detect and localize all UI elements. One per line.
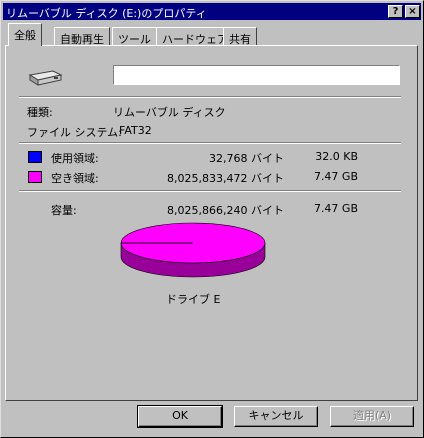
window-title: リムーバブル ディスク (E:)のプロパティ [6, 7, 207, 20]
free-space-swatch [28, 171, 42, 183]
capacity-size: 7.47 GB [313, 202, 358, 215]
free-space-size: 7.47 GB [313, 170, 358, 183]
title-bar[interactable]: リムーバブル ディスク (E:)のプロパティ ? × [3, 3, 421, 20]
separator [19, 96, 401, 98]
help-button[interactable]: ? [388, 5, 403, 18]
help-icon: ? [392, 6, 399, 17]
separator [19, 142, 401, 144]
type-value: リムーバブル ディスク [113, 106, 226, 119]
free-space-bytes: 8,025,833,472 バイト [167, 172, 284, 185]
free-space-label: 空き領域: [51, 172, 99, 185]
used-space-bytes: 32,768 バイト [209, 152, 284, 165]
general-panel: 種類: リムーバブル ディスク ファイル システム: FAT32 使用領域: 3… [5, 45, 418, 401]
filesystem-value: FAT32 [119, 124, 152, 137]
tab-autoplay[interactable]: 自動再生 [54, 27, 110, 47]
drive-label: ドライブ E [166, 293, 221, 306]
removable-drive-icon [28, 70, 63, 86]
ok-button-label: OK [172, 409, 188, 422]
ok-button[interactable]: OK [137, 405, 223, 428]
drive-name-input[interactable] [113, 65, 400, 85]
capacity-bytes: 8,025,866,240 バイト [167, 204, 284, 217]
separator [19, 190, 401, 192]
apply-button-label: 適用(A) [352, 409, 392, 422]
disk-usage-pie-chart [120, 222, 266, 278]
close-button[interactable]: × [405, 5, 420, 18]
used-space-swatch [28, 151, 42, 163]
close-icon: × [408, 6, 417, 17]
used-space-size: 32.0 KB [315, 150, 358, 163]
tab-general-label: 全般 [14, 29, 36, 42]
tab-general[interactable]: 全般 [8, 23, 42, 46]
cancel-button-label: キャンセル [248, 409, 304, 422]
cancel-button[interactable]: キャンセル [234, 406, 318, 427]
apply-button[interactable]: 適用(A) [330, 406, 414, 427]
tab-tools[interactable]: ツール [112, 27, 157, 47]
filesystem-label: ファイル システム: [27, 126, 122, 139]
type-label: 種類: [27, 106, 53, 119]
capacity-label: 容量: [51, 204, 77, 217]
used-space-label: 使用領域: [51, 152, 99, 165]
tab-sharing[interactable]: 共有 [223, 27, 257, 47]
properties-dialog: リムーバブル ディスク (E:)のプロパティ ? × 全般 自動再生 ツール ハ… [0, 0, 424, 438]
